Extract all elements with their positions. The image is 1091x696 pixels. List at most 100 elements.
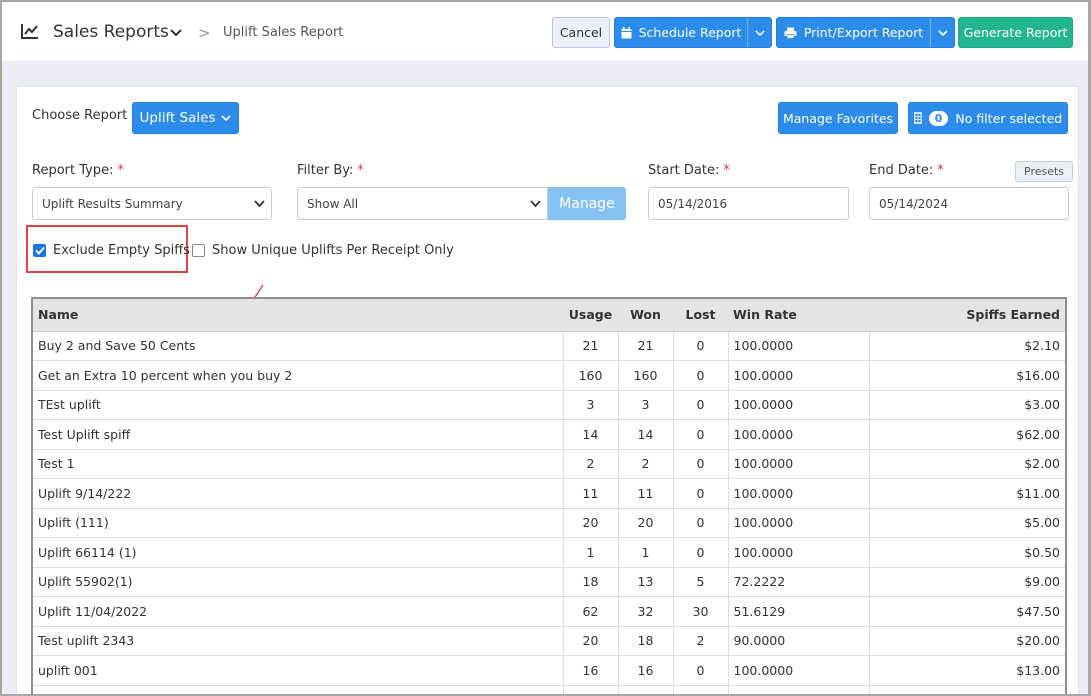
cell-win-rate: 90.0000 xyxy=(728,626,870,656)
filter-label: No filter selected xyxy=(955,110,1063,126)
cell-win-rate: 100.0000 xyxy=(728,360,870,391)
cell-spiffs-earned: $2.10 xyxy=(869,331,1065,361)
manage-filter-button[interactable]: Manage xyxy=(548,187,626,220)
column-header-name[interactable]: Name xyxy=(33,299,563,332)
cell-usage: 20 xyxy=(563,508,619,538)
cell-won: 32 xyxy=(618,596,674,627)
cell-usage: 1 xyxy=(563,537,619,568)
table-row: Test 1 2 2 0 100.0000 $2.00 xyxy=(33,449,1065,479)
report-table: Name Usage Won Lost Win Rate Spiffs Earned Bu… xyxy=(31,297,1067,694)
column-header-lost[interactable]: Lost xyxy=(673,299,728,332)
table-row: Buy 2 and Save 50 Cents 21 21 0 100.0000 $2.1… xyxy=(33,331,1065,361)
cell-lost: 0 xyxy=(673,360,729,391)
cell-lost: 0 xyxy=(673,537,729,568)
cell-spiffs-earned: $9.00 xyxy=(869,567,1065,597)
chevron-down-icon xyxy=(937,29,948,36)
column-header-spiffs-earned[interactable]: Spiffs Earned xyxy=(869,299,1065,332)
cell-name: Test uplift 2343 xyxy=(33,626,564,656)
cell-lost: 0 xyxy=(673,655,729,686)
cell-lost: 0 xyxy=(673,419,729,450)
cell-win-rate: 100.0000 xyxy=(728,331,870,361)
table-row: Test Uplift spiff 14 14 0 100.0000 $62.00 xyxy=(33,419,1065,450)
filter-by-select[interactable]: Show All xyxy=(297,187,548,220)
exclude-empty-spiffs-checkbox[interactable]: Exclude Empty Spiffs xyxy=(33,243,190,258)
report-type-select[interactable]: Uplift Results Summary xyxy=(32,187,272,220)
cell-won: 11 xyxy=(618,478,674,509)
cancel-button[interactable]: Cancel xyxy=(552,17,610,48)
choose-report-label: Choose Report xyxy=(32,108,128,123)
exclude-empty-spiffs-label: Exclude Empty Spiffs xyxy=(53,243,190,258)
report-panel: Choose Report Uplift Sales Manage Favori… xyxy=(16,86,1079,694)
cell-win-rate: 100.0000 xyxy=(728,478,870,509)
table-row: Uplift (111) 20 20 0 100.0000 $5.00 xyxy=(33,508,1065,538)
schedule-report-label: Schedule Report xyxy=(638,25,742,40)
table-header-row: Name Usage Won Lost Win Rate Spiffs Earned xyxy=(33,299,1065,332)
cell-spiffs-earned: $5.00 xyxy=(869,508,1065,538)
table-row: Test uplift 2343 20 18 2 90.0000 $20.00 xyxy=(33,626,1065,656)
schedule-dropdown-toggle[interactable] xyxy=(747,18,771,47)
presets-button[interactable]: Presets xyxy=(1015,161,1074,182)
cell-won: 2 xyxy=(618,449,674,479)
cell-spiffs-earned: $3.35 xyxy=(869,685,1065,694)
cell-lost: 0 xyxy=(673,449,729,479)
cell-usage: 11 xyxy=(563,478,619,509)
column-header-usage[interactable]: Usage xyxy=(563,299,618,332)
chevron-down-icon[interactable] xyxy=(169,27,183,39)
cell-usage: 18 xyxy=(563,567,619,597)
end-date-input[interactable]: 05/14/2024 xyxy=(869,187,1069,220)
table-row: Uplift 66114 (1) 1 1 0 100.0000 $0.50 xyxy=(33,537,1065,568)
generate-report-label: Generate Report xyxy=(963,25,1068,40)
cell-usage: 16 xyxy=(563,655,619,686)
report-select-label: Uplift Sales xyxy=(139,110,216,126)
table-row: uplift 001 16 16 0 100.0000 $13.00 xyxy=(33,655,1065,686)
cell-spiffs-earned: $11.00 xyxy=(869,478,1065,509)
page-title: Sales Reports xyxy=(53,22,169,42)
top-bar: Sales Reports > Uplift Sales Report Canc… xyxy=(2,2,1088,62)
unique-uplifts-checkbox[interactable]: Show Unique Uplifts Per Receipt Only xyxy=(192,243,454,258)
cell-won: 3 xyxy=(618,685,674,694)
cell-win-rate: 100.0000 xyxy=(728,685,870,694)
cell-name: Buy 2 and Save 50 Cents xyxy=(33,331,564,361)
print-dropdown-toggle[interactable] xyxy=(930,18,954,47)
cell-win-rate: 72.2222 xyxy=(728,567,870,597)
checkbox-checked[interactable] xyxy=(33,244,46,257)
table-row: Makler Sockeye Sale330100.0000$3.35 xyxy=(33,685,1065,694)
end-date-label: End Date: * xyxy=(869,163,944,178)
cell-name: TEst uplift xyxy=(33,390,564,420)
cell-won: 18 xyxy=(618,626,674,656)
app-window: Sales Reports > Uplift Sales Report Canc… xyxy=(0,0,1091,696)
cell-name: Makler Sockeye Sale xyxy=(33,685,564,694)
chevron-down-icon xyxy=(754,29,765,36)
cell-lost: 5 xyxy=(673,567,729,597)
manage-favorites-button[interactable]: Manage Favorites xyxy=(778,102,898,134)
cell-won: 13 xyxy=(618,567,674,597)
column-header-win-rate[interactable]: Win Rate xyxy=(728,299,869,332)
cell-win-rate: 100.0000 xyxy=(728,508,870,538)
column-header-won[interactable]: Won xyxy=(618,299,673,332)
print-export-button[interactable]: Print/Export Report xyxy=(776,17,955,48)
cell-usage: 2 xyxy=(563,449,619,479)
cell-lost: 0 xyxy=(673,685,729,694)
table-row: Uplift 9/14/222 11 11 0 100.0000 $11.00 xyxy=(33,478,1065,509)
cell-win-rate: 100.0000 xyxy=(728,390,870,420)
table-row: Uplift 55902(1) 18 13 5 72.2222 $9.00 xyxy=(33,567,1065,597)
cell-usage: 21 xyxy=(563,331,619,361)
cell-won: 1 xyxy=(618,537,674,568)
cell-name: Uplift 11/04/2022 xyxy=(33,596,564,627)
cell-won: 20 xyxy=(618,508,674,538)
cell-spiffs-earned: $0.50 xyxy=(869,537,1065,568)
filter-button[interactable]: 0 No filter selected xyxy=(908,102,1068,134)
chevron-down-icon xyxy=(530,200,541,208)
cell-usage: 3 xyxy=(563,390,619,420)
cell-name: Uplift 66114 (1) xyxy=(33,537,564,568)
generate-report-button[interactable]: Generate Report xyxy=(958,17,1073,48)
cell-spiffs-earned: $47.50 xyxy=(869,596,1065,627)
checkbox-unchecked[interactable] xyxy=(192,244,205,257)
cell-win-rate: 100.0000 xyxy=(728,537,870,568)
report-select-button[interactable]: Uplift Sales xyxy=(132,102,239,134)
checkmark-icon xyxy=(34,246,45,255)
start-date-input[interactable]: 05/14/2016 xyxy=(648,187,849,220)
breadcrumb-separator: > xyxy=(198,24,211,42)
cell-win-rate: 100.0000 xyxy=(728,655,870,686)
schedule-report-button[interactable]: Schedule Report xyxy=(614,17,772,48)
